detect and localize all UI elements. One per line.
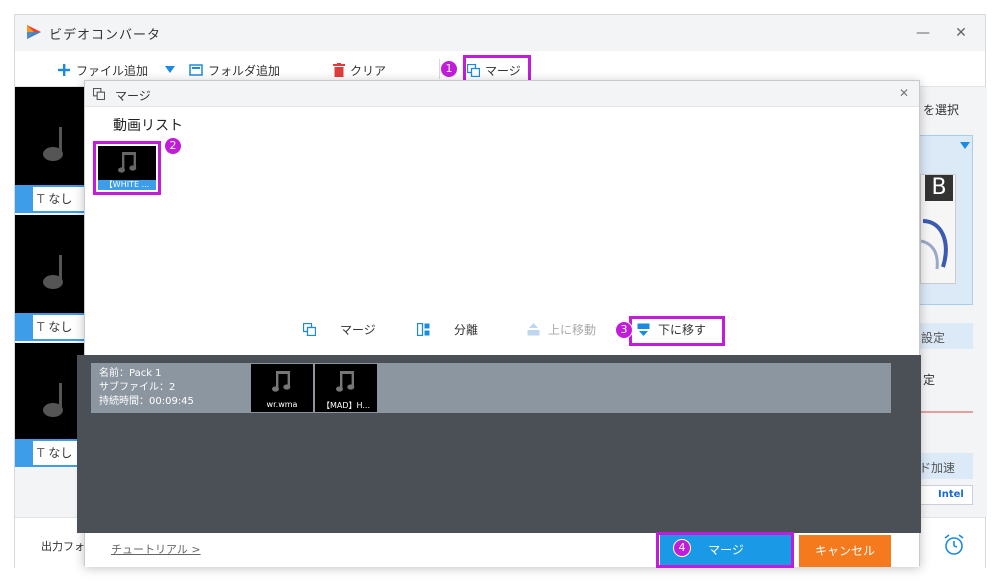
step-badge-1: 1	[440, 60, 458, 78]
add-file-dropdown-icon[interactable]	[165, 66, 175, 73]
folder-icon	[189, 64, 203, 76]
text-t-icon: T	[37, 446, 45, 460]
split-icon	[417, 323, 430, 336]
merge-dialog: マージ ✕ 動画リスト 【WHITE ... 2 マージ 分離 上に移動 下に移…	[77, 80, 921, 568]
highlight-video-item	[93, 141, 161, 195]
window-close-button[interactable]: ✕	[953, 25, 969, 41]
dialog-title: マージ	[115, 89, 151, 103]
dialog-footer: チュートリアル > マージ 4 キャンセル	[85, 532, 919, 568]
move-up-button[interactable]: 上に移動	[527, 321, 596, 338]
output-format-label: 出力フォ	[41, 540, 85, 553]
clear-button[interactable]: クリア	[333, 60, 386, 80]
app-title: ビデオコンバータ	[49, 28, 162, 43]
settings-button[interactable]: 設定	[915, 323, 973, 349]
dialog-actions: マージ 分離 上に移動 下に移す 3	[85, 313, 919, 347]
merge-action-label: マージ	[340, 323, 376, 337]
step-badge-4: 4	[673, 539, 691, 557]
music-note-icon	[43, 127, 63, 161]
music-note-icon	[336, 371, 355, 392]
cancel-button[interactable]: キャンセル	[799, 535, 891, 567]
alarm-clock-icon[interactable]	[943, 534, 965, 556]
split-action-button[interactable]: 分離	[417, 321, 478, 338]
merge-action-button[interactable]: マージ	[303, 321, 376, 338]
subtitle-tag: T なし	[15, 185, 85, 213]
intel-label: Intel	[938, 489, 964, 500]
pack-name: 名前：Pack 1	[99, 368, 162, 379]
add-folder-label: フォルダ追加	[208, 63, 281, 78]
file-thumbnail[interactable]	[15, 87, 85, 185]
format-preview[interactable]: B	[915, 135, 973, 305]
step-badge-3: 3	[615, 321, 633, 339]
music-note-icon	[43, 383, 63, 417]
pack-file-thumbnail[interactable]: wr.wma	[251, 364, 313, 412]
tutorial-link[interactable]: チュートリアル >	[111, 541, 201, 557]
plus-icon	[58, 64, 70, 76]
settings-label: 設定	[921, 331, 946, 345]
slider-track[interactable]	[915, 411, 973, 413]
hardware-accel-button[interactable]: ド加速	[915, 453, 973, 479]
subtitle-select[interactable]: T なし	[33, 315, 85, 339]
merge-icon	[303, 323, 316, 336]
pack-duration: 持続時間：00:09:45	[99, 396, 194, 407]
pack-file-caption: 【MAD】H...	[321, 401, 371, 410]
format-card: B	[920, 174, 956, 284]
hardware-accel-label: ド加速	[919, 461, 956, 475]
merge-icon	[93, 88, 105, 100]
output-settings-panel: を選択 B 設定 定 ド加速 Intel	[915, 87, 987, 517]
minimize-button[interactable]: —	[915, 25, 931, 41]
pack-file-caption: wr.wma	[266, 400, 298, 409]
dialog-close-button[interactable]: ✕	[899, 86, 909, 100]
move-up-label: 上に移動	[548, 323, 597, 337]
pack-info: 名前：Pack 1 サブファイル：2 持続時間：00:09:45	[99, 367, 194, 409]
split-action-label: 分離	[454, 323, 479, 337]
file-thumbnail[interactable]	[15, 343, 85, 441]
music-note-icon	[272, 371, 291, 392]
text-t-icon: T	[37, 320, 45, 334]
highlight-move-down	[629, 316, 725, 346]
app-logo-icon	[27, 25, 41, 39]
subtitle-value: なし	[48, 446, 73, 460]
trash-icon	[333, 63, 345, 77]
format-dropdown-icon[interactable]	[960, 142, 970, 149]
subtitle-tag: T なし	[15, 313, 85, 341]
select-format-label: を選択	[923, 103, 960, 117]
subtitle-value: なし	[48, 192, 73, 206]
format-graphic-icon	[921, 219, 948, 270]
add-file-button[interactable]: ファイル追加	[57, 60, 148, 80]
move-up-icon	[527, 323, 540, 336]
video-list-heading: 動画リスト	[113, 118, 183, 134]
pack-file-thumbnail[interactable]: 【MAD】H...	[315, 364, 377, 412]
clear-label: クリア	[350, 63, 387, 78]
title-bar: ビデオコンバータ — ✕	[15, 15, 985, 51]
file-thumbnail[interactable]	[15, 215, 85, 313]
pack-subfiles: サブファイル：2	[99, 382, 176, 393]
add-file-label: ファイル追加	[76, 63, 149, 78]
dialog-title-bar: マージ ✕	[85, 81, 919, 107]
subtitle-value: なし	[48, 320, 73, 334]
format-letter: B	[925, 175, 953, 201]
intel-badge[interactable]: Intel	[915, 485, 973, 505]
highlight-merge-toolbar	[463, 55, 531, 83]
text-t-icon: T	[37, 192, 45, 206]
add-folder-button[interactable]: フォルダ追加	[189, 60, 280, 80]
subtitle-tag: T なし	[15, 439, 85, 467]
file-list: T なし T なし T なし	[15, 87, 85, 517]
fixed-label: 定	[923, 373, 936, 387]
merge-queue-area: 名前：Pack 1 サブファイル：2 持続時間：00:09:45 wr.wma …	[77, 355, 921, 533]
subtitle-select[interactable]: T なし	[33, 187, 85, 211]
merge-pack[interactable]: 名前：Pack 1 サブファイル：2 持続時間：00:09:45 wr.wma …	[91, 363, 891, 413]
step-badge-2: 2	[164, 137, 182, 155]
music-note-icon	[43, 255, 63, 289]
video-list-item[interactable]: 【WHITE ...	[93, 141, 161, 195]
